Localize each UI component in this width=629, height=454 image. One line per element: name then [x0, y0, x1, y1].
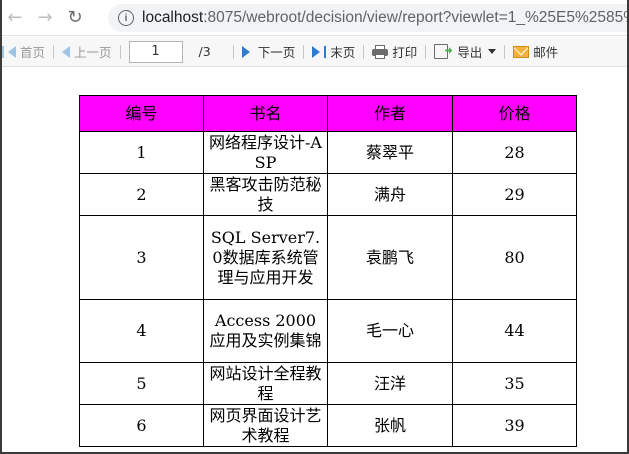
header-title: 书名 — [203, 95, 328, 132]
table-header-row: 编号 书名 作者 价格 — [79, 95, 577, 132]
url-host: localhost — [142, 9, 204, 26]
cell-price: 80 — [452, 215, 577, 300]
last-page-button[interactable]: 末页 — [312, 37, 355, 66]
cell-price: 39 — [452, 404, 577, 447]
cell-author: 袁鹏飞 — [327, 215, 453, 300]
prev-page-icon — [62, 45, 71, 58]
info-icon[interactable]: i — [118, 10, 134, 26]
cell-id: 4 — [79, 299, 204, 363]
table-row: 6 网页界面设计艺术教程 张帆 39 — [79, 404, 577, 447]
cell-id: 6 — [79, 404, 204, 447]
url-path: :8075/webroot/decision/view/report?viewl… — [203, 9, 629, 26]
back-arrow-icon[interactable]: ← — [0, 3, 30, 33]
chevron-down-icon — [488, 49, 497, 54]
first-page-button[interactable]: 首页 — [2, 37, 45, 66]
mail-label: 邮件 — [533, 45, 559, 60]
table-row: 1 网络程序设计-ASP 蔡翠平 28 — [79, 131, 577, 174]
cell-id: 1 — [79, 131, 204, 174]
header-price: 价格 — [452, 95, 577, 132]
table-row: 2 黑客攻击防范秘技 满舟 29 — [79, 173, 577, 216]
export-label: 导出 — [457, 45, 483, 60]
cell-id: 5 — [79, 362, 204, 405]
cell-title: 网页界面设计艺术教程 — [209, 405, 322, 445]
cell-title: Access 2000应用及实例集锦 — [209, 311, 322, 350]
cell-author: 蔡翠平 — [327, 131, 453, 174]
cell-title: SQL Server7.0数据库系统管理与应用开发 — [210, 227, 321, 287]
toolbar-divider — [53, 44, 55, 59]
toolbar-divider — [303, 44, 305, 59]
cell-price: 44 — [452, 299, 577, 363]
next-page-button[interactable]: 下一页 — [241, 37, 296, 66]
prev-page-label: 上一页 — [74, 45, 112, 60]
cell-price: 35 — [452, 362, 577, 405]
mail-icon — [513, 45, 530, 58]
first-page-icon — [2, 45, 4, 58]
table-row: 5 网站设计全程教程 汪洋 35 — [79, 362, 577, 405]
cell-price: 29 — [452, 173, 577, 216]
page-number-input[interactable]: 1 — [128, 40, 183, 63]
table-row: 4 Access 2000应用及实例集锦 毛一心 44 — [79, 299, 577, 363]
export-button[interactable]: 导出 — [434, 37, 497, 66]
last-page-label: 末页 — [330, 45, 356, 60]
mail-button[interactable]: 邮件 — [513, 37, 558, 66]
last-page-icon — [312, 45, 321, 58]
cell-author: 毛一心 — [327, 299, 453, 363]
next-page-label: 下一页 — [257, 45, 296, 60]
report-toolbar: 首页 上一页 1 /3 下一页 末页 打印 导出 邮件 — [0, 37, 629, 67]
header-id: 编号 — [79, 95, 204, 132]
book-report-table: 编号 书名 作者 价格 1 网络程序设计-ASP 蔡翠平 28 2 黑客攻击防范… — [79, 95, 577, 447]
toolbar-divider — [425, 44, 427, 59]
cell-title: 黑客攻击防范秘技 — [209, 174, 322, 214]
cell-title: 网站设计全程教程 — [209, 363, 322, 403]
print-label: 打印 — [392, 45, 418, 60]
page-total: /3 — [198, 44, 211, 59]
cell-id: 3 — [79, 215, 204, 300]
address-bar[interactable]: i localhost:8075/webroot/decision/view/r… — [108, 4, 629, 32]
cell-author: 满舟 — [327, 173, 453, 216]
prev-page-button[interactable]: 上一页 — [62, 37, 112, 66]
print-button[interactable]: 打印 — [372, 37, 417, 66]
cell-author: 汪洋 — [327, 362, 453, 405]
export-icon — [434, 44, 449, 59]
toolbar-divider — [504, 44, 506, 59]
cell-price: 28 — [452, 131, 577, 174]
cell-author: 张帆 — [327, 404, 453, 447]
reload-icon[interactable]: ↻ — [60, 3, 90, 33]
first-page-label: 首页 — [20, 45, 46, 60]
cell-title: 网络程序设计-ASP — [209, 132, 322, 172]
forward-arrow-icon[interactable]: → — [30, 3, 60, 33]
table-row: 3 SQL Server7.0数据库系统管理与应用开发 袁鹏飞 80 — [79, 215, 577, 300]
cell-id: 2 — [79, 173, 204, 216]
printer-icon — [372, 44, 389, 59]
header-author: 作者 — [327, 95, 453, 132]
toolbar-divider — [232, 44, 234, 59]
toolbar-divider — [363, 44, 365, 59]
next-page-icon — [241, 45, 250, 58]
browser-bar: ← → ↻ i localhost:8075/webroot/decision/… — [0, 0, 629, 36]
toolbar-divider — [119, 44, 121, 59]
